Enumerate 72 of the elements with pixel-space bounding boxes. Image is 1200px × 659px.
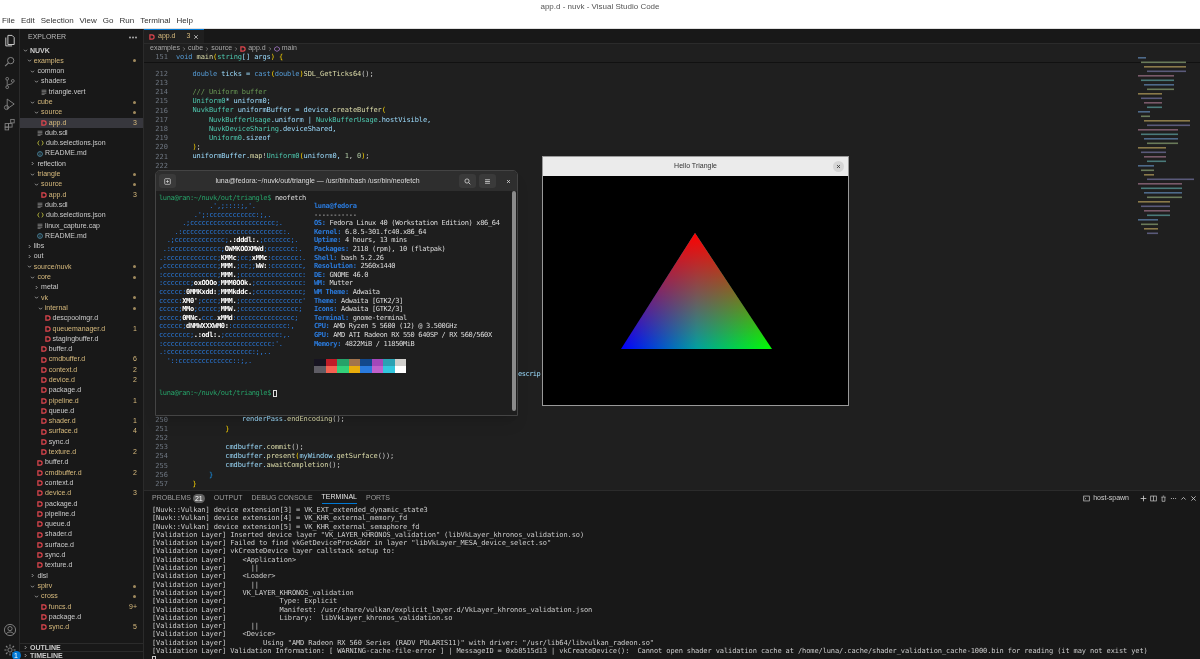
terminal-cursor: [273, 390, 278, 397]
d-file-icon: [240, 45, 247, 52]
menu-item[interactable]: Go: [102, 16, 114, 26]
search-icon[interactable]: [2, 55, 17, 69]
chevron-icon[interactable]: [34, 182, 40, 187]
d-file-icon: [149, 33, 155, 40]
braces-icon: [37, 212, 45, 219]
chevron-icon[interactable]: [26, 58, 32, 64]
chevron-icon[interactable]: [30, 573, 36, 579]
lines-file-icon: [37, 130, 44, 136]
cube-icon: [273, 45, 280, 52]
chevron-icon[interactable]: [30, 171, 36, 177]
files-icon[interactable]: [2, 34, 17, 48]
search-button[interactable]: [459, 174, 476, 188]
settings-icon[interactable]: [2, 643, 17, 657]
menu-item[interactable]: Help: [176, 16, 193, 26]
chevron-icon[interactable]: [37, 305, 43, 311]
run-icon[interactable]: [2, 97, 17, 111]
menu-icon: [484, 177, 491, 185]
lines-file-icon: [37, 222, 44, 229]
menu-item[interactable]: View: [79, 16, 97, 26]
close-icon[interactable]: [1190, 494, 1197, 502]
more-icon[interactable]: [129, 35, 137, 39]
menu-item[interactable]: Edit: [20, 16, 35, 26]
lines-file-icon: [37, 202, 44, 209]
chevron-icon[interactable]: [34, 79, 40, 85]
d-file-icon: [40, 191, 47, 198]
chevron-icon[interactable]: [26, 264, 32, 270]
lines-file-icon: [40, 88, 47, 95]
chevron-icon[interactable]: [23, 645, 28, 650]
chevron-icon[interactable]: [30, 68, 36, 74]
chevron-icon: [205, 46, 210, 51]
new-tab-button[interactable]: [159, 174, 176, 188]
account-icon[interactable]: [2, 623, 17, 637]
close-icon: [836, 164, 841, 169]
info-icon: [37, 150, 44, 157]
d-file-icon: [40, 119, 47, 126]
chevron-icon: [181, 46, 186, 51]
menu-button[interactable]: [479, 174, 496, 188]
chevron-icon[interactable]: [23, 48, 28, 54]
chevron-icon[interactable]: [30, 161, 36, 167]
branch-icon[interactable]: [2, 76, 17, 90]
chevron-icon[interactable]: [30, 583, 36, 589]
chevron-icon[interactable]: [26, 254, 32, 260]
menu-item[interactable]: Terminal: [140, 16, 171, 26]
chevron-icon[interactable]: [26, 243, 32, 249]
info-icon: [37, 233, 44, 239]
chevron-icon[interactable]: [34, 593, 40, 599]
braces-icon: [37, 140, 45, 147]
terminal-icon: [1083, 494, 1091, 502]
chevron-icon[interactable]: [23, 653, 28, 658]
close-icon: [505, 178, 511, 184]
chevron-icon[interactable]: [30, 274, 36, 280]
chevron-icon[interactable]: [1180, 494, 1187, 502]
chevron-icon: [267, 46, 272, 51]
plus-icon: [164, 177, 171, 185]
close-button[interactable]: [833, 161, 844, 172]
chevron-icon[interactable]: [34, 295, 40, 301]
menu-item[interactable]: Run: [119, 16, 135, 26]
plus-icon[interactable]: [1140, 494, 1147, 502]
chevron-icon: [234, 46, 239, 51]
split-icon[interactable]: [1150, 494, 1157, 502]
chevron-icon[interactable]: [30, 99, 36, 105]
menu-item[interactable]: File: [2, 16, 15, 26]
window-title: app.d - nuvk - Visual Studio Code: [540, 1, 660, 13]
search-icon: [464, 177, 471, 185]
close-icon[interactable]: [193, 33, 200, 40]
extensions-icon[interactable]: [2, 118, 17, 132]
chevron-icon[interactable]: [34, 109, 40, 115]
menu-item[interactable]: Selection: [40, 16, 74, 26]
chevron-icon[interactable]: [34, 284, 40, 290]
trash-icon[interactable]: [1160, 494, 1167, 502]
